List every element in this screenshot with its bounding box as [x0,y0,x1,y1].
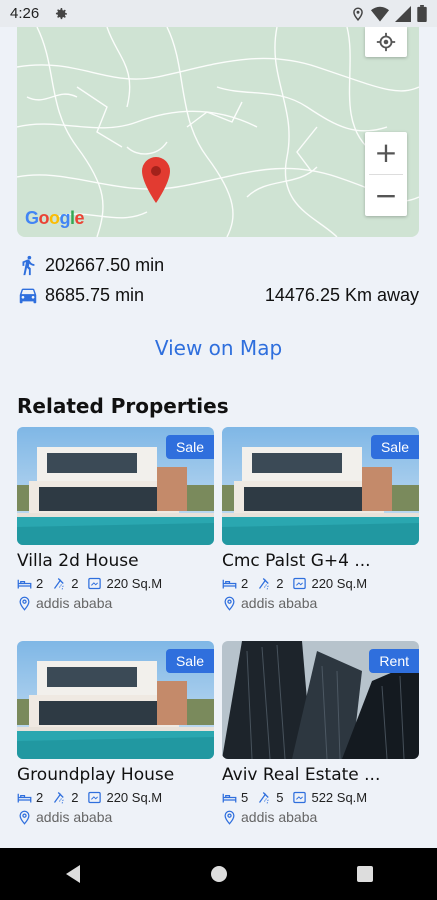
walk-distance-row: 202667.50 min [17,254,419,276]
bed-count: 2 [36,790,44,805]
property-features: 5 5 522 Sq.M [222,790,419,805]
property-location: addis ababa [222,809,419,825]
location-text: addis ababa [241,595,318,611]
listing-type-badge: Sale [370,435,419,459]
property-title: Cmc Palst G+4 ... [222,551,371,571]
property-location: addis ababa [17,595,214,611]
drive-distance-row: 8685.75 min 14476.25 Km away [17,284,419,306]
signal-icon [395,5,411,22]
property-card[interactable]: Rent Aviv Real Estate ... 5 5 522 Sq.M a… [222,641,419,825]
distance-away: 14476.25 Km away [264,284,419,305]
shower-icon [259,792,269,804]
bath-count: 2 [71,576,79,591]
shower-icon [54,792,64,804]
area-size: 522 Sq.M [311,790,368,805]
location-pin-icon [19,596,30,611]
bath-count: 2 [71,790,79,805]
area-icon [293,577,307,590]
battery-icon [417,5,427,22]
system-nav-bar [0,848,437,900]
shower-icon [259,578,269,590]
map-roads [17,27,419,237]
my-location-button[interactable] [365,27,407,57]
status-time: 4:26 [10,5,40,22]
area-icon [293,791,307,804]
listing-type-badge: Sale [165,649,214,673]
area-icon [88,791,102,804]
zoom-out-button[interactable]: − [365,174,407,216]
property-location: addis ababa [17,809,214,825]
property-image[interactable]: Sale [222,427,419,545]
walking-icon [22,255,35,276]
shower-icon [54,578,64,590]
bed-count: 5 [241,790,249,805]
property-card[interactable]: Sale Cmc Palst G+4 ... 2 2 220 Sq.M addi… [222,427,419,611]
wifi-icon [371,6,389,21]
location-pin-icon [224,810,235,825]
property-features: 2 2 220 Sq.M [17,790,214,805]
gear-icon [56,7,68,19]
property-card[interactable]: Sale Villa 2d House 2 2 220 Sq.M addis a… [17,427,214,611]
zoom-controls: + − [365,132,407,216]
location-text: addis ababa [241,809,318,825]
home-icon[interactable] [209,864,229,884]
bed-icon [222,579,237,589]
property-title: Groundplay House [17,765,175,785]
property-card[interactable]: Sale Groundplay House 2 2 220 Sq.M addis… [17,641,214,825]
drive-time: 8685.75 min [45,284,145,305]
bath-count: 5 [276,790,284,805]
listing-type-badge: Rent [369,649,419,673]
bed-icon [222,793,237,803]
property-features: 2 2 220 Sq.M [17,576,214,591]
property-image[interactable]: Sale [17,641,214,759]
google-logo: Google [25,208,85,228]
area-icon [88,577,102,590]
property-title: Villa 2d House [17,551,139,571]
area-size: 220 Sq.M [106,576,163,591]
location-pin-icon [19,810,30,825]
listing-type-badge: Sale [165,435,214,459]
zoom-in-button[interactable]: + [365,132,407,174]
back-icon[interactable] [64,864,82,884]
map-view[interactable]: + − Google [17,27,419,237]
area-size: 220 Sq.M [311,576,368,591]
property-title: Aviv Real Estate ... [222,765,381,785]
property-features: 2 2 220 Sq.M [222,576,419,591]
property-image[interactable]: Rent [222,641,419,759]
location-pin-icon [224,596,235,611]
crosshair-icon [376,32,396,52]
bed-icon [17,793,32,803]
area-size: 220 Sq.M [106,790,163,805]
property-image[interactable]: Sale [17,427,214,545]
bed-count: 2 [36,576,44,591]
map-pin-icon[interactable] [142,157,170,205]
bed-icon [17,579,32,589]
walk-time: 202667.50 min [45,254,165,275]
car-icon [19,288,37,304]
location-icon [353,6,363,21]
property-location: addis ababa [222,595,419,611]
recents-icon[interactable] [356,865,374,883]
location-text: addis ababa [36,809,113,825]
bed-count: 2 [241,576,249,591]
location-text: addis ababa [36,595,113,611]
related-properties-title: Related Properties [17,394,229,418]
bath-count: 2 [276,576,284,591]
status-bar: 4:26 [0,0,437,27]
view-on-map-link[interactable]: View on Map [0,336,437,360]
